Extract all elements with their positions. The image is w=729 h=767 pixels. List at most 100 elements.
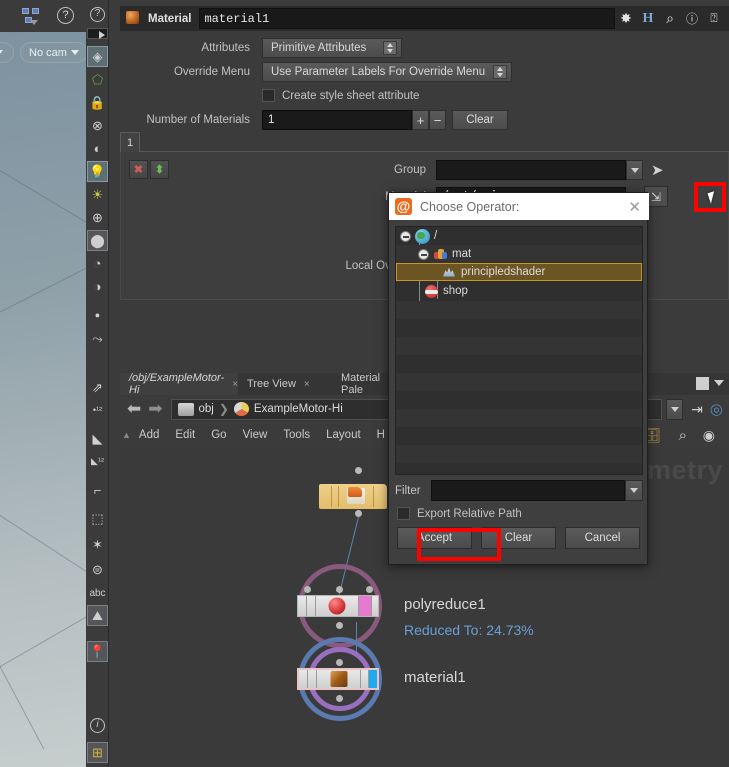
tab-obj-examplemotor-hi[interactable]: /obj/ExampleMotor-Hi × <box>120 373 238 395</box>
visibility-tool-icon[interactable]: ◔ <box>87 253 108 274</box>
network-dropdown-icon[interactable] <box>666 399 683 420</box>
add-material-button[interactable]: + <box>412 110 429 130</box>
node-output-connector[interactable] <box>355 510 362 517</box>
environment-tool-icon[interactable]: ⬤ <box>87 230 108 251</box>
local-overrides-label: Local Overrides <box>121 260 426 272</box>
menu-go[interactable]: Go <box>203 429 234 441</box>
houdini-h-icon[interactable]: H <box>637 11 659 27</box>
grid-tool-icon[interactable]: ⊞ <box>87 742 108 763</box>
marker-tool-icon[interactable]: 📍 <box>87 641 108 662</box>
breadcrumb-node[interactable]: ExampleMotor-Hi <box>254 403 343 415</box>
override-menu-dropdown[interactable]: Use Parameter Labels For Override Menu <box>262 62 512 82</box>
group-input[interactable] <box>436 160 626 180</box>
filter-dropdown-button[interactable] <box>625 480 643 501</box>
back-arrow-icon[interactable]: ⬅ <box>127 399 141 419</box>
point-display-tool-icon[interactable]: ● <box>87 305 108 326</box>
point-light-tool-icon[interactable]: ☀ <box>87 184 108 205</box>
eye-icon[interactable]: ◉ <box>703 427 715 444</box>
close-icon[interactable]: × <box>304 379 310 390</box>
collapse-icon[interactable] <box>400 231 411 242</box>
angle-tool-icon[interactable]: ⌐ <box>87 480 108 501</box>
number-of-materials-row: Number of Materials 1 + − Clear <box>120 110 729 130</box>
lock-tool-icon[interactable]: 🔒 <box>87 92 108 113</box>
origin-axes-tool-icon[interactable]: ✶ <box>87 534 108 555</box>
number-of-materials-input[interactable]: 1 <box>262 110 412 130</box>
viewport-3d[interactable] <box>0 32 86 767</box>
choose-operator-dialog[interactable]: Choose Operator: ✕ / <box>388 192 648 565</box>
remove-material-button[interactable]: − <box>429 110 446 130</box>
camera-dropdown[interactable]: No cam <box>20 42 88 63</box>
group-picker-arrow-icon[interactable]: ➤ <box>651 161 664 179</box>
point-numbers-tool-icon[interactable]: •¹² <box>87 400 108 421</box>
tree-row-principledshader[interactable]: principledshader <box>396 263 642 281</box>
bounding-box-tool-icon[interactable]: ⬚ <box>87 508 108 529</box>
tree-row-shop[interactable]: shop <box>396 282 642 300</box>
obj-context-icon <box>178 403 194 416</box>
info-tool-icon[interactable]: i <box>87 715 108 736</box>
tree-row-mat[interactable]: mat <box>396 245 642 263</box>
folder-node[interactable] <box>319 484 387 509</box>
grid-line <box>0 250 86 333</box>
menu-edit[interactable]: Edit <box>167 429 203 441</box>
menu-scroll-icon: ▲ <box>122 430 131 440</box>
forward-arrow-icon[interactable]: ➡ <box>148 399 162 419</box>
search-icon[interactable]: ⌕ <box>659 10 681 27</box>
filter-input[interactable] <box>431 480 625 501</box>
multiparm-tab-1[interactable]: 1 <box>120 132 140 152</box>
network-nodes-icon[interactable] <box>22 8 40 24</box>
normals-tool-icon[interactable]: ⇗ <box>87 377 108 398</box>
menu-tools[interactable]: Tools <box>275 429 318 441</box>
maximize-icon[interactable] <box>696 377 709 390</box>
tree-row-root[interactable]: / <box>396 227 642 245</box>
prim-display-tool-icon[interactable]: ◣ <box>87 428 108 449</box>
toolbar-expand-arrow[interactable] <box>87 28 108 39</box>
chevron-down-icon <box>0 50 3 55</box>
help-icon[interactable]: ⍰ <box>703 11 725 26</box>
light-tool-icon[interactable]: 💡 <box>87 161 108 182</box>
menu-view[interactable]: View <box>235 429 276 441</box>
cancel-button[interactable]: Cancel <box>565 527 640 549</box>
prim-numbers-tool-icon[interactable]: ◣¹² <box>87 451 108 472</box>
help-circle-icon[interactable]: ? <box>57 7 74 24</box>
capture-regions-tool-icon[interactable]: ⊜ <box>87 559 108 580</box>
style-sheet-row: Create style sheet attribute <box>262 89 419 102</box>
tab-tree-view[interactable]: Tree View × <box>238 373 332 395</box>
menu-layout[interactable]: Layout <box>318 429 369 441</box>
houdini-logo-icon <box>395 198 412 215</box>
vector-display-tool-icon[interactable]: ⤳ <box>87 328 108 349</box>
node-input-connector[interactable] <box>355 467 362 474</box>
panel-menu-icon[interactable] <box>714 380 724 386</box>
info-icon[interactable]: ⓘ <box>681 10 703 27</box>
material-label: Material <box>121 191 426 203</box>
search-icon[interactable]: ⌕ <box>679 427 687 444</box>
close-icon[interactable]: ✕ <box>628 198 641 216</box>
shading-tool-icon[interactable]: ◐ <box>87 138 108 159</box>
grid-line <box>0 502 86 595</box>
viewport-display-toolbar[interactable]: ? ◈ ⬠ 🔒 ⊗ ◐ 💡 ☀ ⊕ ⬤ ◔ ◑ ● ⤳ ⇗ •¹² ◣ ◣¹² … <box>86 0 109 767</box>
create-style-sheet-checkbox[interactable] <box>262 89 275 102</box>
operator-tree[interactable]: / mat principledshader <box>395 226 643 475</box>
menu-add[interactable]: Add <box>131 429 167 441</box>
pin-icon[interactable]: ⇥ <box>691 401 703 418</box>
node-material1[interactable] <box>298 637 382 721</box>
collapse-icon[interactable] <box>418 249 429 260</box>
clear-materials-button[interactable]: Clear <box>452 110 508 130</box>
gear-icon[interactable]: ✸ <box>615 10 637 27</box>
group-dropdown-button[interactable] <box>626 160 643 180</box>
no-light-tool-icon[interactable]: ⊗ <box>87 115 108 136</box>
place-light-tool-icon[interactable]: ⊕ <box>87 207 108 228</box>
text-display-tool-icon[interactable]: abc <box>87 583 108 604</box>
attributes-dropdown[interactable]: Primitive Attributes <box>262 38 402 58</box>
help-circle-icon[interactable]: ? <box>87 4 108 25</box>
export-relative-path-checkbox[interactable] <box>397 507 410 520</box>
paint-visibility-tool-icon[interactable]: ◑ <box>87 276 108 297</box>
node-polyreduce1[interactable] <box>298 564 382 648</box>
node-name-input[interactable]: material1 <box>199 8 615 29</box>
image-display-tool-icon[interactable]: ⛰ <box>87 605 108 626</box>
view-tool-icon[interactable]: ⬠ <box>87 69 108 90</box>
target-icon[interactable]: ◎ <box>710 400 723 418</box>
select-tool-icon[interactable]: ◈ <box>87 46 108 67</box>
tree-row-empty <box>396 463 642 475</box>
breadcrumb-root[interactable]: obj <box>199 403 214 415</box>
page-title: Material <box>148 13 191 25</box>
